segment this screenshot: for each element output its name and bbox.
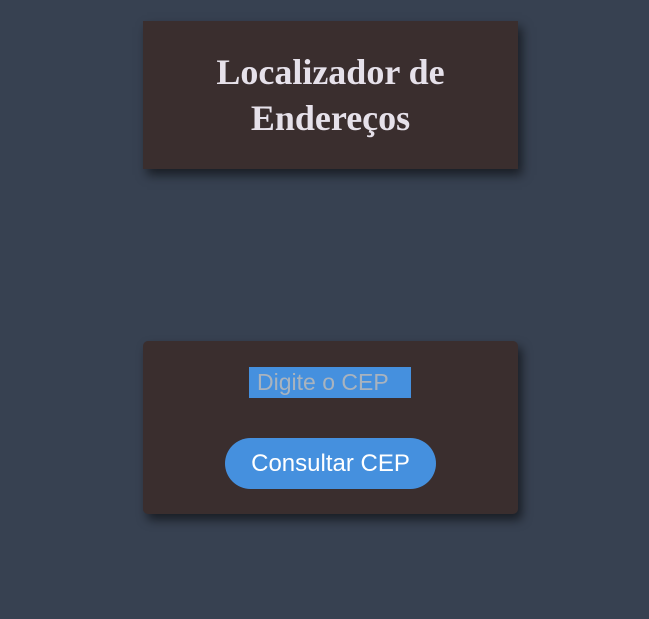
consult-cep-button[interactable]: Consultar CEP — [225, 438, 436, 489]
cep-form-card: Consultar CEP — [143, 341, 518, 514]
cep-input[interactable] — [249, 367, 411, 398]
page-title: Localizador de Endereços — [216, 52, 445, 138]
header-card: Localizador de Endereços — [143, 21, 518, 169]
page: { "header": { "title": "Localizador de E… — [0, 0, 649, 619]
